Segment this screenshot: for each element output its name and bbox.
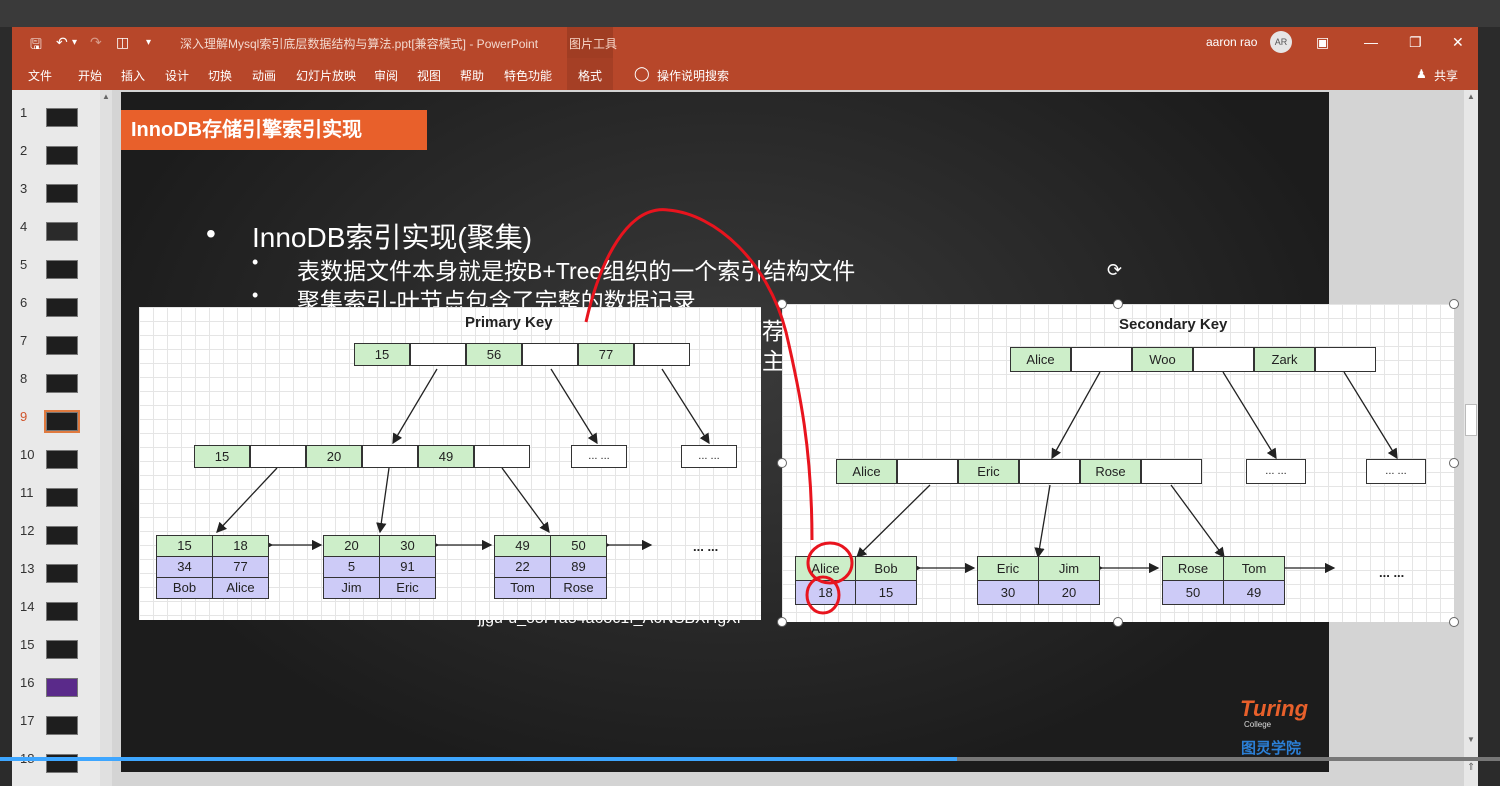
- annotation-circle: [806, 541, 854, 585]
- turing-logo: Turing: [1240, 696, 1309, 721]
- pen-annotation: [584, 208, 854, 615]
- scroll-up-icon[interactable]: ▲: [1467, 92, 1475, 101]
- video-progress-remaining[interactable]: [957, 757, 1500, 761]
- prev-slide-icon[interactable]: ⇑: [1467, 762, 1475, 773]
- turing-logo-sub: College: [1244, 720, 1272, 729]
- scrollbar-thumb[interactable]: [1465, 404, 1477, 436]
- video-progress-bar[interactable]: [0, 757, 957, 761]
- turing-logo-cn: 图灵学院: [1241, 740, 1302, 757]
- annotation-curve: [584, 208, 814, 541]
- editor-scrollbar[interactable]: ▲ ▼ ⇑: [1464, 90, 1478, 786]
- scroll-down-icon[interactable]: ▼: [1467, 735, 1475, 744]
